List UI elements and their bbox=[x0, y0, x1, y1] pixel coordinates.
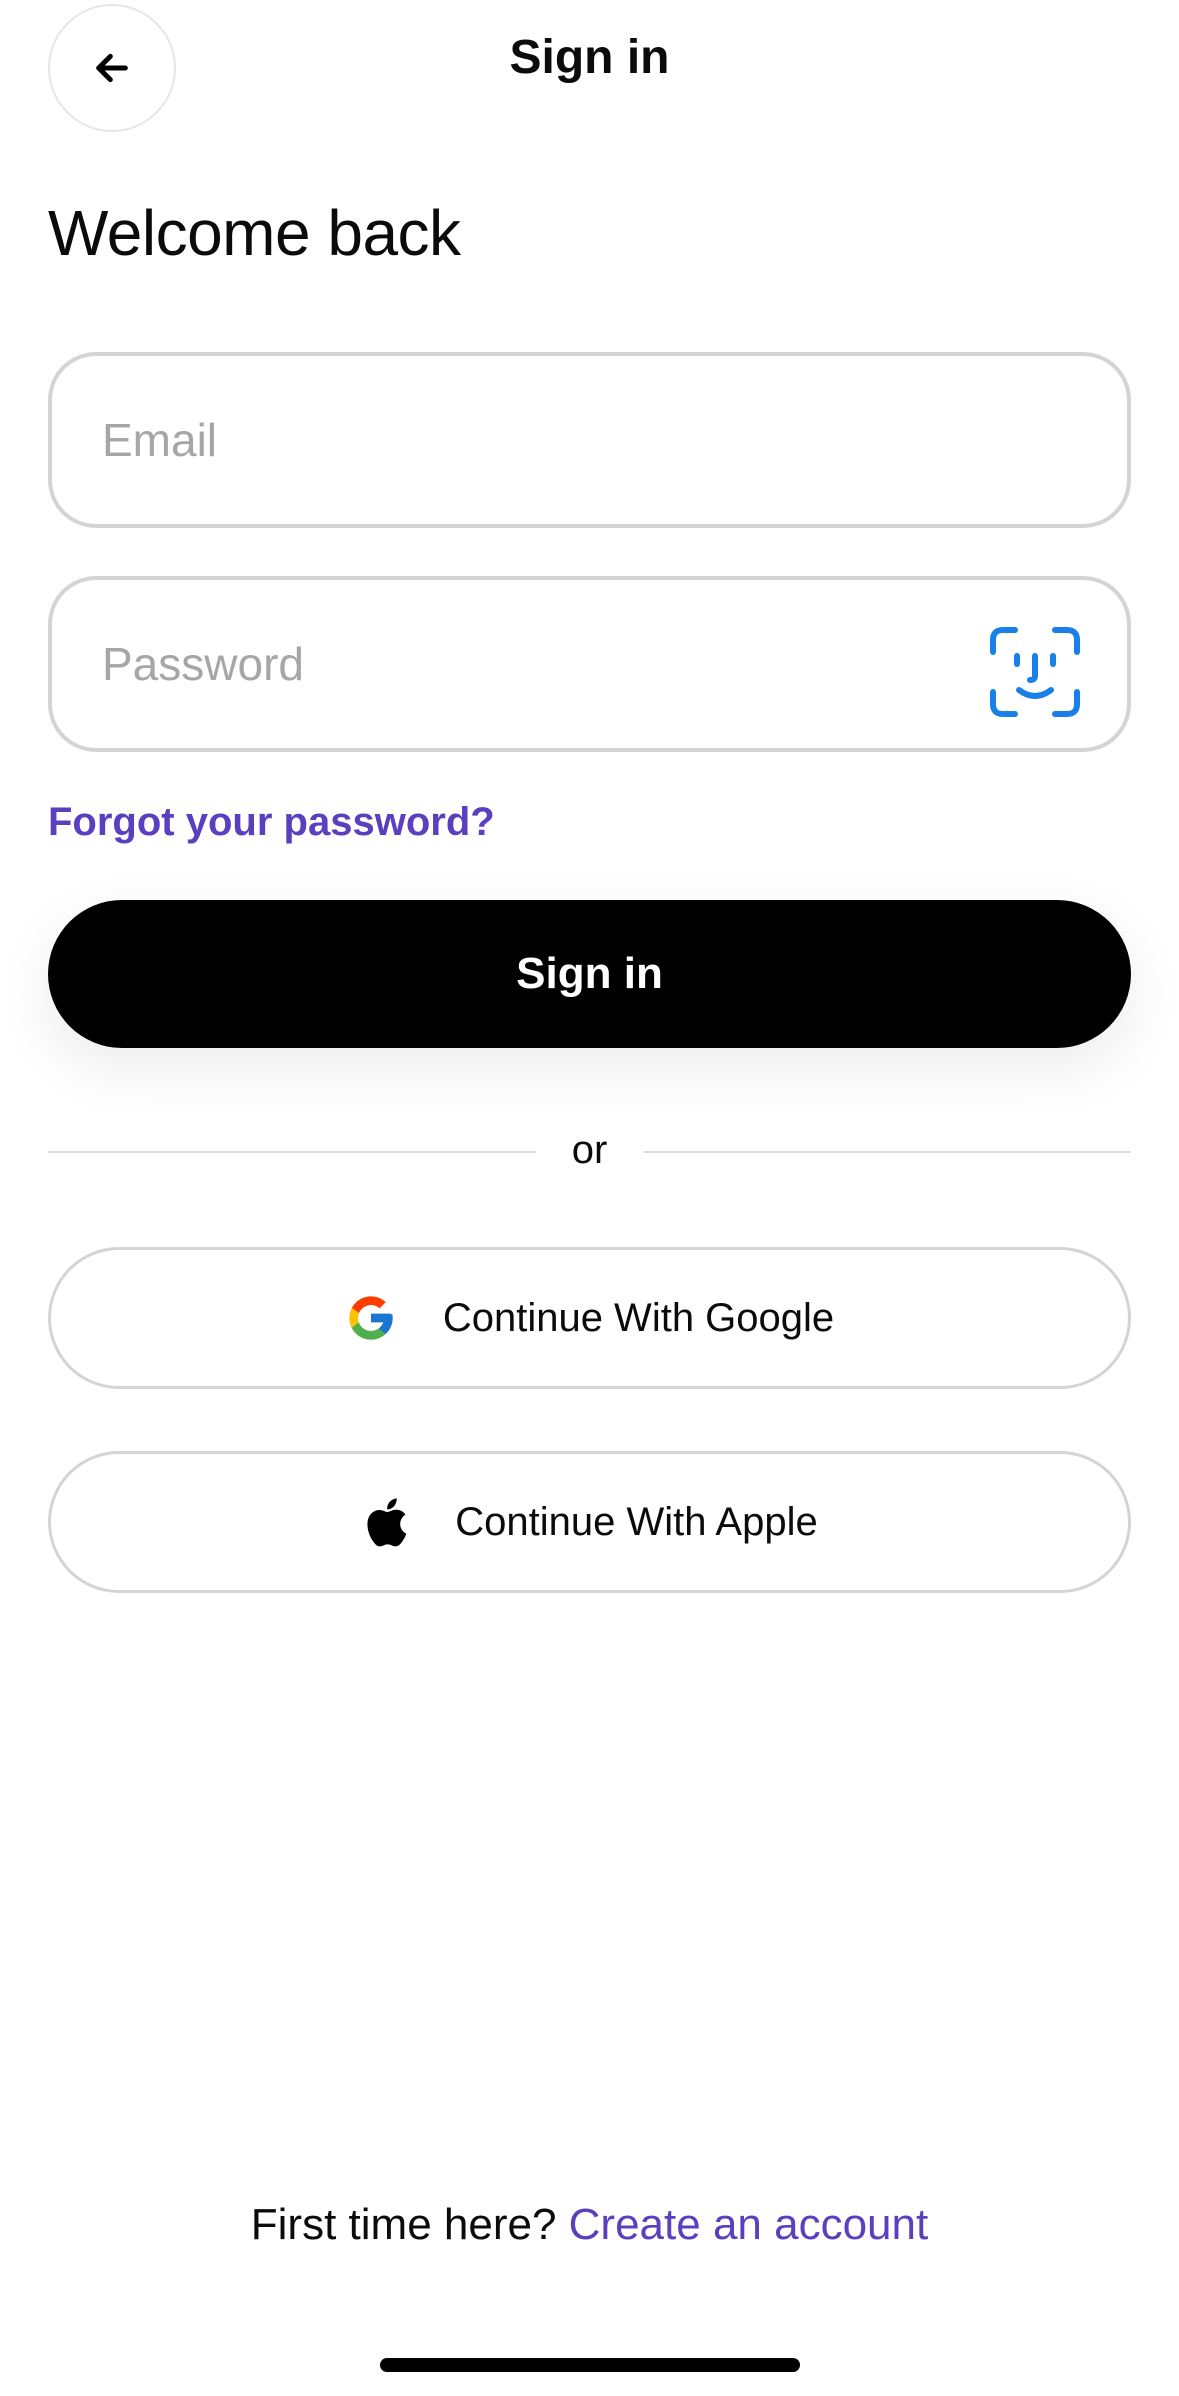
home-indicator[interactable] bbox=[380, 2358, 800, 2372]
email-input[interactable] bbox=[102, 413, 962, 467]
sign-in-button[interactable]: Sign in bbox=[48, 900, 1131, 1048]
face-id-icon[interactable] bbox=[989, 626, 1081, 718]
signup-prompt-text: First time here? bbox=[250, 2200, 557, 2249]
continue-with-apple-button[interactable]: Continue With Apple bbox=[48, 1451, 1131, 1593]
apple-button-label: Continue With Apple bbox=[455, 1499, 818, 1544]
continue-with-google-button[interactable]: Continue With Google bbox=[48, 1247, 1131, 1389]
page-title: Sign in bbox=[509, 31, 670, 84]
sign-in-screen: Sign in Welcome back Forgot your passwor… bbox=[0, 0, 1179, 2396]
email-field[interactable] bbox=[48, 352, 1131, 528]
google-logo-icon bbox=[349, 1296, 393, 1340]
password-field[interactable] bbox=[48, 576, 1131, 752]
apple-logo-icon bbox=[367, 1498, 407, 1547]
welcome-heading: Welcome back bbox=[48, 197, 461, 269]
google-button-label: Continue With Google bbox=[442, 1295, 835, 1340]
forgot-password-link[interactable]: Forgot your password? bbox=[48, 800, 495, 845]
create-account-link[interactable]: Create an account bbox=[569, 2200, 929, 2249]
divider-line-right bbox=[643, 1151, 1131, 1153]
password-input[interactable] bbox=[102, 637, 962, 691]
signup-prompt: First time here? Create an account bbox=[0, 2200, 1179, 2250]
or-divider: or bbox=[48, 1128, 1131, 1176]
